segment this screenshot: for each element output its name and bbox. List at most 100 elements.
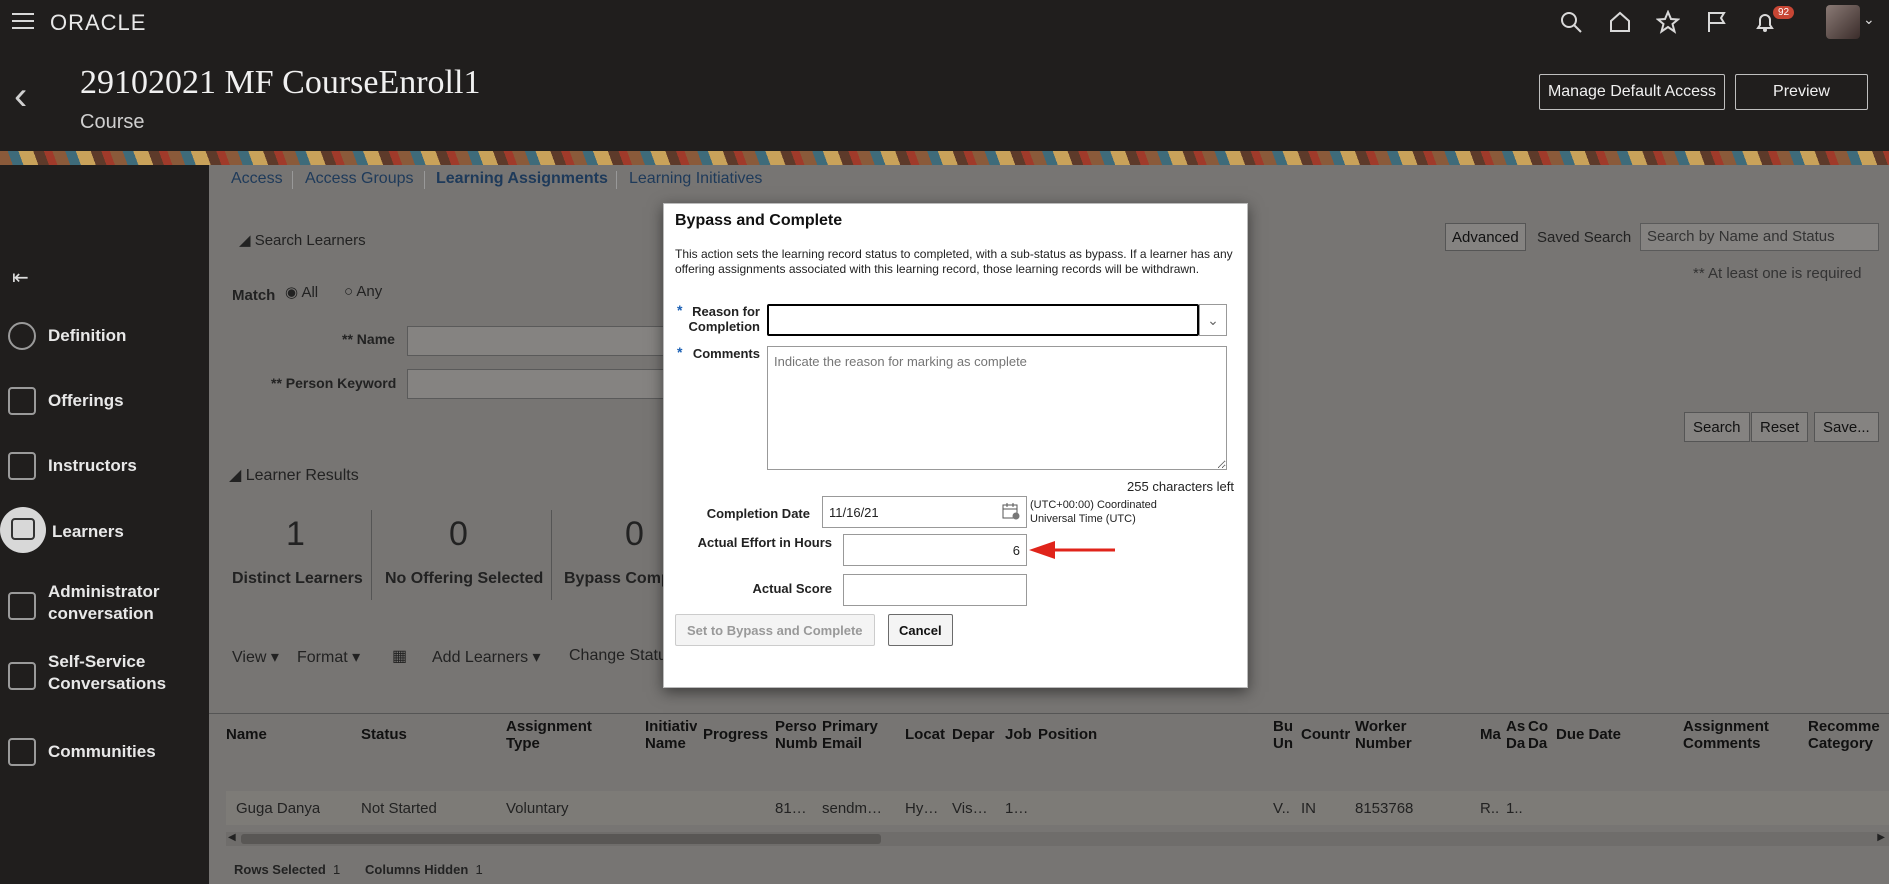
search-button[interactable]: Search	[1684, 412, 1750, 442]
column-header[interactable]: Job	[1005, 726, 1032, 743]
match-any-label: Any	[356, 283, 383, 300]
search-learners-toggle[interactable]: ◢ Search Learners	[239, 231, 366, 249]
actual-score-input[interactable]	[843, 574, 1027, 606]
books-icon	[8, 738, 36, 766]
sidebar-item-label: Offerings	[48, 391, 124, 410]
actual-effort-input[interactable]: 6	[843, 534, 1027, 566]
star-icon[interactable]	[1655, 9, 1681, 34]
flag-icon[interactable]	[1704, 10, 1730, 34]
column-header[interactable]: Ma	[1480, 726, 1501, 743]
person-keyword-input[interactable]	[407, 369, 667, 399]
horizontal-scrollbar[interactable]: ◀ ▶	[226, 832, 1889, 846]
add-learners-menu[interactable]: Add Learners ▾	[432, 647, 541, 667]
cell-assigned-date: 1..	[1506, 800, 1523, 817]
tab-learning-initiatives[interactable]: Learning Initiatives	[629, 170, 762, 188]
tab-divider	[424, 171, 425, 189]
preview-button[interactable]: Preview	[1735, 74, 1868, 110]
column-header[interactable]: Status	[361, 726, 407, 743]
column-header[interactable]: Locat	[905, 726, 945, 743]
match-any-radio[interactable]: ○ Any	[344, 283, 382, 300]
back-chevron-icon[interactable]: ‹	[14, 74, 27, 119]
column-header[interactable]: Primary Email	[822, 718, 887, 752]
set-to-bypass-and-complete-button[interactable]: Set to Bypass and Complete	[675, 614, 875, 646]
scrollbar-thumb[interactable]	[241, 834, 881, 844]
user-avatar[interactable]	[1826, 5, 1860, 39]
calendar-icon[interactable]	[1002, 502, 1022, 522]
column-header[interactable]: Recomme Category	[1808, 718, 1886, 752]
chevron-down-icon[interactable]: ⌄	[1199, 304, 1227, 336]
match-all-radio[interactable]: ◉ All	[285, 283, 318, 301]
comments-textarea[interactable]	[767, 346, 1227, 470]
reason-for-completion-input[interactable]	[767, 304, 1199, 336]
table-top-border	[209, 713, 1889, 714]
at-least-one-note: ** At least one is required	[1693, 265, 1862, 282]
tab-access[interactable]: Access	[231, 170, 283, 188]
hamburger-menu-icon[interactable]	[12, 13, 34, 31]
column-header[interactable]: Depar	[952, 726, 995, 743]
cell-manager: R..	[1480, 800, 1500, 817]
view-menu[interactable]: View ▾	[232, 647, 279, 667]
cell-worker-number: 8153768	[1355, 800, 1414, 817]
column-header[interactable]: Name	[226, 726, 267, 743]
scroll-right-icon[interactable]: ▶	[1877, 832, 1885, 843]
cell-name: Guga Danya	[236, 800, 321, 817]
table-row[interactable]: Guga Danya Not Started Voluntary 81… sen…	[226, 791, 1889, 825]
cell-person-number: 81…	[775, 800, 807, 817]
completion-date-input[interactable]: 11/16/21	[822, 496, 1027, 528]
saved-search-select[interactable]: Search by Name and Status	[1640, 223, 1879, 251]
column-header[interactable]: Assignment Type	[506, 718, 606, 752]
sidebar-item-self-service-conversations[interactable]: Self-Service Conversations	[0, 651, 209, 701]
tab-access-groups[interactable]: Access Groups	[305, 170, 413, 188]
sidebar-item-administrator-conversation[interactable]: Administrator conversation	[0, 581, 209, 631]
scroll-left-icon[interactable]: ◀	[228, 832, 236, 843]
column-header[interactable]: Bu Un	[1273, 718, 1295, 752]
characters-left: 255 characters left	[1127, 479, 1234, 494]
chat-icon	[8, 662, 36, 690]
format-menu[interactable]: Format ▾	[297, 647, 360, 667]
learner-results-toggle[interactable]: ◢ Learner Results	[229, 465, 359, 485]
home-icon[interactable]	[1607, 10, 1633, 34]
sidebar-item-instructors[interactable]: Instructors	[0, 441, 209, 491]
column-header[interactable]: Countr	[1301, 726, 1350, 743]
cell-status: Not Started	[361, 800, 437, 817]
rows-selected-label: Rows Selected 1	[234, 862, 340, 877]
change-status-menu[interactable]: Change Statu	[569, 647, 667, 665]
column-header[interactable]: Progress	[703, 726, 768, 743]
column-header[interactable]: Assignment Comments	[1683, 718, 1783, 752]
cancel-button[interactable]: Cancel	[888, 614, 953, 646]
name-input[interactable]	[407, 326, 667, 356]
reason-label: Reason for Completion	[688, 304, 761, 334]
section-label: Learner Results	[245, 467, 359, 484]
sidebar-item-communities[interactable]: Communities	[0, 727, 209, 777]
name-label: ** Name	[342, 331, 395, 347]
manage-default-access-button[interactable]: Manage Default Access	[1539, 74, 1725, 110]
column-header[interactable]: Initiativ Name	[645, 718, 697, 752]
sidebar-item-learners[interactable]: Learners	[0, 507, 209, 557]
column-header[interactable]: Position	[1038, 726, 1097, 743]
timezone-text: (UTC+00:00) Coordinated Universal Time (…	[1030, 499, 1157, 525]
collapse-sidebar-icon[interactable]: ⇤	[12, 265, 29, 290]
divider	[371, 510, 372, 600]
metric-value: 1	[286, 515, 305, 553]
columns-hidden-value: 1	[475, 862, 483, 877]
sidebar-item-offerings[interactable]: Offerings	[0, 376, 209, 426]
rows-selected-value: 1	[333, 862, 341, 877]
cell-assignment-type: Voluntary	[506, 800, 569, 817]
column-header[interactable]: Due Date	[1556, 726, 1621, 743]
search-icon[interactable]	[1558, 10, 1584, 34]
sidebar-item-label: Instructors	[48, 456, 137, 475]
reset-button[interactable]: Reset	[1751, 412, 1809, 442]
column-header[interactable]: Perso Numb	[775, 718, 817, 752]
sidebar-item-label: Self-Service Conversations	[48, 652, 167, 693]
tab-learning-assignments[interactable]: Learning Assignments	[436, 170, 608, 188]
advanced-button[interactable]: Advanced	[1445, 223, 1526, 251]
save-button[interactable]: Save...	[1814, 412, 1879, 442]
column-header[interactable]: As Da	[1506, 718, 1528, 752]
chevron-down-icon[interactable]: ⌄	[1863, 11, 1875, 28]
detach-table-icon[interactable]: ▦	[392, 646, 407, 666]
metric-label: Bypass Comp	[564, 570, 671, 587]
add-learners-label: Add Learners	[432, 649, 529, 666]
column-header[interactable]: Worker Number	[1355, 718, 1435, 752]
column-header[interactable]: Co Da	[1528, 718, 1550, 752]
sidebar-item-definition[interactable]: Definition	[0, 311, 209, 361]
